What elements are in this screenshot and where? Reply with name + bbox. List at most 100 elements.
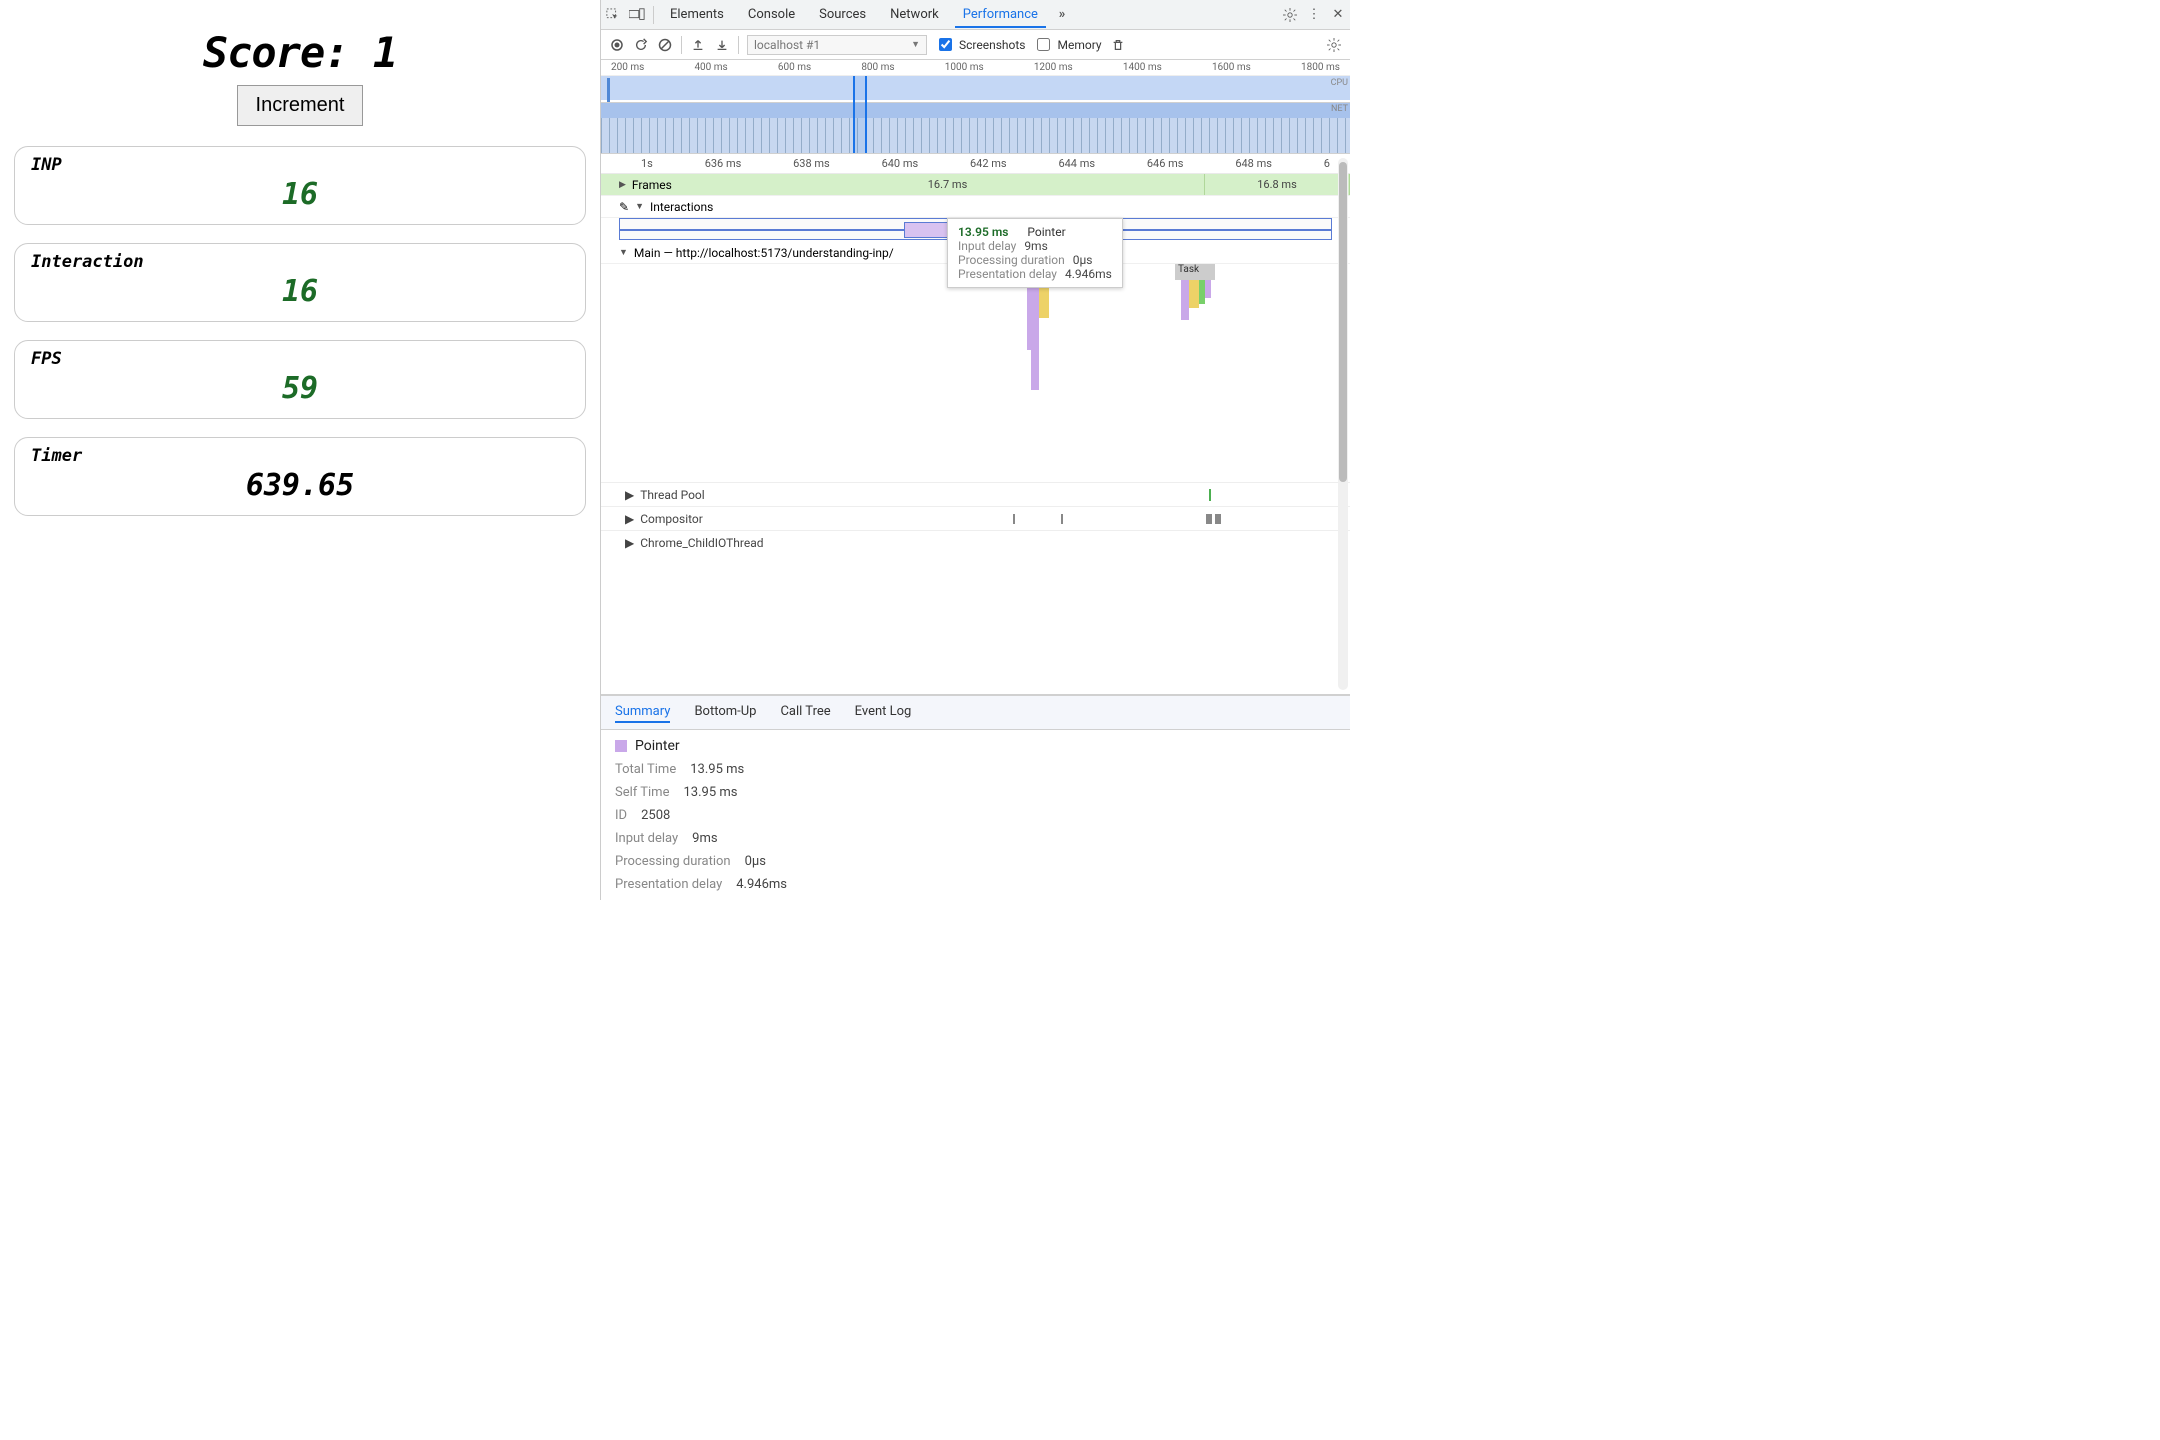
vertical-scrollbar[interactable] [1338,158,1348,690]
devtools-panel: Elements Console Sources Network Perform… [600,0,1350,900]
metric-card-fps: FPS 59 [14,340,586,419]
reload-record-icon[interactable] [633,37,649,53]
hover-tooltip: 13.95 ms Pointer Input delay9ms Processi… [947,218,1123,288]
summary-key: Input delay [615,831,678,846]
summary-panel: Pointer Total Time13.95 ms Self Time13.9… [601,730,1350,900]
tooltip-kind: Pointer [1027,225,1065,239]
gear-icon[interactable] [1282,7,1298,23]
ruler-tick: 640 ms [882,157,919,170]
expand-icon[interactable]: ▶ [625,488,634,502]
expand-icon[interactable]: ▶ [625,536,634,550]
net-label: NET [1331,104,1348,114]
task-block[interactable]: Task [1175,264,1215,280]
memory-toggle[interactable]: Memory [1033,35,1101,54]
track-compositor[interactable]: ▶ Compositor [601,506,1350,530]
flame-event[interactable] [1027,280,1039,350]
tab-console[interactable]: Console [740,1,803,28]
devtools-tabbar: Elements Console Sources Network Perform… [601,0,1350,30]
metric-value: 16 [31,274,569,309]
metric-value: 639.65 [31,468,569,503]
tab-performance[interactable]: Performance [955,1,1046,28]
track-label: Frames [632,178,672,192]
cpu-label: CPU [1331,78,1348,88]
scrollbar-thumb[interactable] [1339,162,1347,482]
summary-val: 9ms [692,831,717,846]
tab-eventlog[interactable]: Event Log [855,702,912,723]
metric-value: 59 [31,371,569,406]
flamechart-ruler: 1s 636 ms 638 ms 640 ms 642 ms 644 ms 64… [601,154,1350,174]
track-frames[interactable]: ▶ Frames 16.7 ms 16.8 ms [601,174,1350,196]
overflow-icon[interactable]: » [1054,7,1070,23]
flame-event[interactable] [1181,280,1189,320]
tab-network[interactable]: Network [882,1,947,28]
track-interactions[interactable]: ✎ ▼ Interactions [601,196,1350,218]
details-tabbar: Summary Bottom-Up Call Tree Event Log [601,695,1350,730]
increment-button[interactable]: Increment [237,85,364,126]
ruler-tick: 1s [641,157,653,170]
tab-bottomup[interactable]: Bottom-Up [694,702,756,723]
tooltip-key: Input delay [958,239,1016,253]
recording-select-label: localhost #1 [754,38,820,52]
edit-icon[interactable]: ✎ [619,200,629,214]
upload-icon[interactable] [690,37,706,53]
overview-selection[interactable] [853,76,867,153]
ruler-tick: 1000 ms [945,62,984,73]
summary-val: 2508 [641,808,670,823]
tab-sources[interactable]: Sources [811,1,874,28]
ruler-tick: 642 ms [970,157,1007,170]
screenshots-checkbox[interactable] [939,38,952,51]
ruler-tick: 638 ms [793,157,830,170]
memory-checkbox[interactable] [1037,38,1050,51]
expand-icon[interactable]: ▶ [625,512,634,526]
flame-event[interactable] [1205,280,1211,298]
flame-event[interactable] [1031,350,1039,390]
summary-swatch [615,740,627,752]
inspect-icon[interactable] [605,7,621,23]
collapse-icon[interactable]: ▼ [635,201,644,212]
tab-summary[interactable]: Summary [615,702,670,723]
recording-select[interactable]: localhost #1 ▼ [747,35,927,55]
score-heading: Score: 1 [14,28,586,77]
tooltip-time: 13.95 ms [958,225,1008,239]
ruler-tick: 6 [1324,157,1330,170]
main-thread-area[interactable]: Task 13.95 ms Pointer Input delay9ms Pro… [601,264,1350,554]
frame-segment[interactable]: 16.7 ms [691,174,1205,195]
expand-icon[interactable]: ▶ [619,180,626,190]
ruler-tick: 646 ms [1147,157,1184,170]
perf-toolbar: localhost #1 ▼ Screenshots Memory [601,30,1350,60]
ruler-tick: 400 ms [694,62,727,73]
kebab-icon[interactable]: ⋮ [1306,7,1322,23]
gc-icon[interactable] [1110,37,1126,53]
track-threadpool[interactable]: ▶ Thread Pool [601,482,1350,506]
collapse-icon[interactable]: ▼ [619,247,628,258]
clear-icon[interactable] [657,37,673,53]
summary-val: 13.95 ms [690,762,744,777]
record-icon[interactable] [609,37,625,53]
metric-value: 16 [31,177,569,212]
frame-segment[interactable]: 16.8 ms [1205,174,1350,195]
ruler-tick: 200 ms [611,62,644,73]
close-icon[interactable]: ✕ [1330,7,1346,23]
tab-calltree[interactable]: Call Tree [780,702,830,723]
ruler-tick: 636 ms [705,157,742,170]
download-icon[interactable] [714,37,730,53]
screenshots-toggle[interactable]: Screenshots [935,35,1025,54]
ruler-tick: 1400 ms [1123,62,1162,73]
ruler-tick: 644 ms [1058,157,1095,170]
summary-val: 13.95 ms [683,785,737,800]
summary-key: Total Time [615,762,676,777]
tooltip-key: Presentation delay [958,267,1057,281]
flamechart[interactable]: 1s 636 ms 638 ms 640 ms 642 ms 644 ms 64… [601,154,1350,695]
capture-settings-icon[interactable] [1326,37,1342,53]
ruler-tick: 800 ms [861,62,894,73]
device-toolbar-icon[interactable] [629,7,645,23]
perf-overview[interactable]: 200 ms 400 ms 600 ms 800 ms 1000 ms 1200… [601,60,1350,154]
track-childio[interactable]: ▶ Chrome_ChildIOThread [601,530,1350,554]
ruler-tick: 648 ms [1235,157,1272,170]
track-label: Interactions [650,200,713,214]
frame-duration: 16.8 ms [1257,178,1297,191]
flame-event[interactable] [1189,280,1199,308]
summary-val: 0µs [745,854,766,869]
tab-elements[interactable]: Elements [662,1,732,28]
ruler-tick: 1200 ms [1034,62,1073,73]
